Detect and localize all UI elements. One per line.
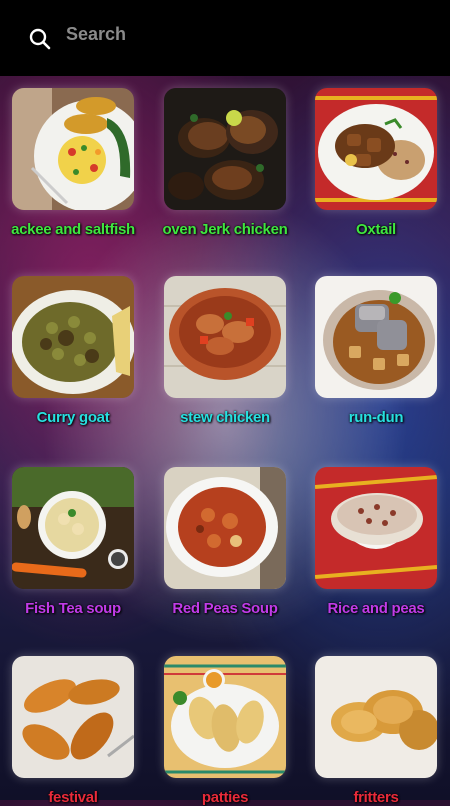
recipe-title[interactable]: Rice and peas	[295, 600, 450, 617]
recipe-title[interactable]: ackee and saltfish	[0, 221, 154, 238]
recipe-image[interactable]	[12, 88, 134, 210]
recipe-card-patties[interactable]: patties	[164, 656, 286, 806]
recipe-image[interactable]	[164, 656, 286, 778]
search-icon[interactable]	[28, 27, 52, 51]
recipe-image[interactable]	[164, 467, 286, 589]
recipe-title[interactable]: run-dun	[295, 409, 450, 426]
recipe-card-run-dun[interactable]: run-dun	[315, 276, 437, 426]
recipe-title[interactable]: oven Jerk chicken	[144, 221, 306, 238]
recipe-card-stew-chicken[interactable]: stew chicken	[164, 276, 286, 426]
recipe-card-rice-and-peas[interactable]: Rice and peas	[315, 467, 437, 617]
recipe-image[interactable]	[315, 88, 437, 210]
recipe-image[interactable]	[164, 88, 286, 210]
recipe-card-curry-goat[interactable]: Curry goat	[12, 276, 134, 426]
recipe-image[interactable]	[315, 656, 437, 778]
recipe-title[interactable]: fritters	[295, 789, 450, 806]
recipe-image[interactable]	[12, 467, 134, 589]
recipe-title[interactable]: festival	[0, 789, 154, 806]
recipe-title[interactable]: stew chicken	[144, 409, 306, 426]
recipe-title[interactable]: Oxtail	[295, 221, 450, 238]
recipe-image[interactable]	[12, 656, 134, 778]
recipe-title[interactable]: patties	[144, 789, 306, 806]
recipe-card-oven-jerk-chicken[interactable]: oven Jerk chicken	[163, 88, 288, 238]
recipe-image[interactable]	[12, 276, 134, 398]
recipe-title[interactable]: Fish Tea soup	[0, 600, 154, 617]
recipe-image[interactable]	[315, 276, 437, 398]
recipe-title[interactable]: Curry goat	[0, 409, 154, 426]
recipe-card-festival[interactable]: festival	[12, 656, 134, 806]
recipe-image[interactable]	[315, 467, 437, 589]
recipe-grid: ackee and saltfish oven Jerk chicken Oxt…	[0, 76, 450, 806]
recipe-card-fish-tea-soup[interactable]: Fish Tea soup	[12, 467, 134, 617]
recipe-card-red-peas-soup[interactable]: Red Peas Soup	[164, 467, 286, 617]
recipe-card-ackee-and-saltfish[interactable]: ackee and saltfish	[11, 88, 135, 238]
recipe-card-fritters[interactable]: fritters	[315, 656, 437, 806]
search-input[interactable]: Search	[66, 24, 126, 45]
recipe-title[interactable]: Red Peas Soup	[144, 600, 306, 617]
top-bar: Search	[0, 0, 450, 76]
recipe-card-oxtail[interactable]: Oxtail	[315, 88, 437, 238]
recipe-image[interactable]	[164, 276, 286, 398]
